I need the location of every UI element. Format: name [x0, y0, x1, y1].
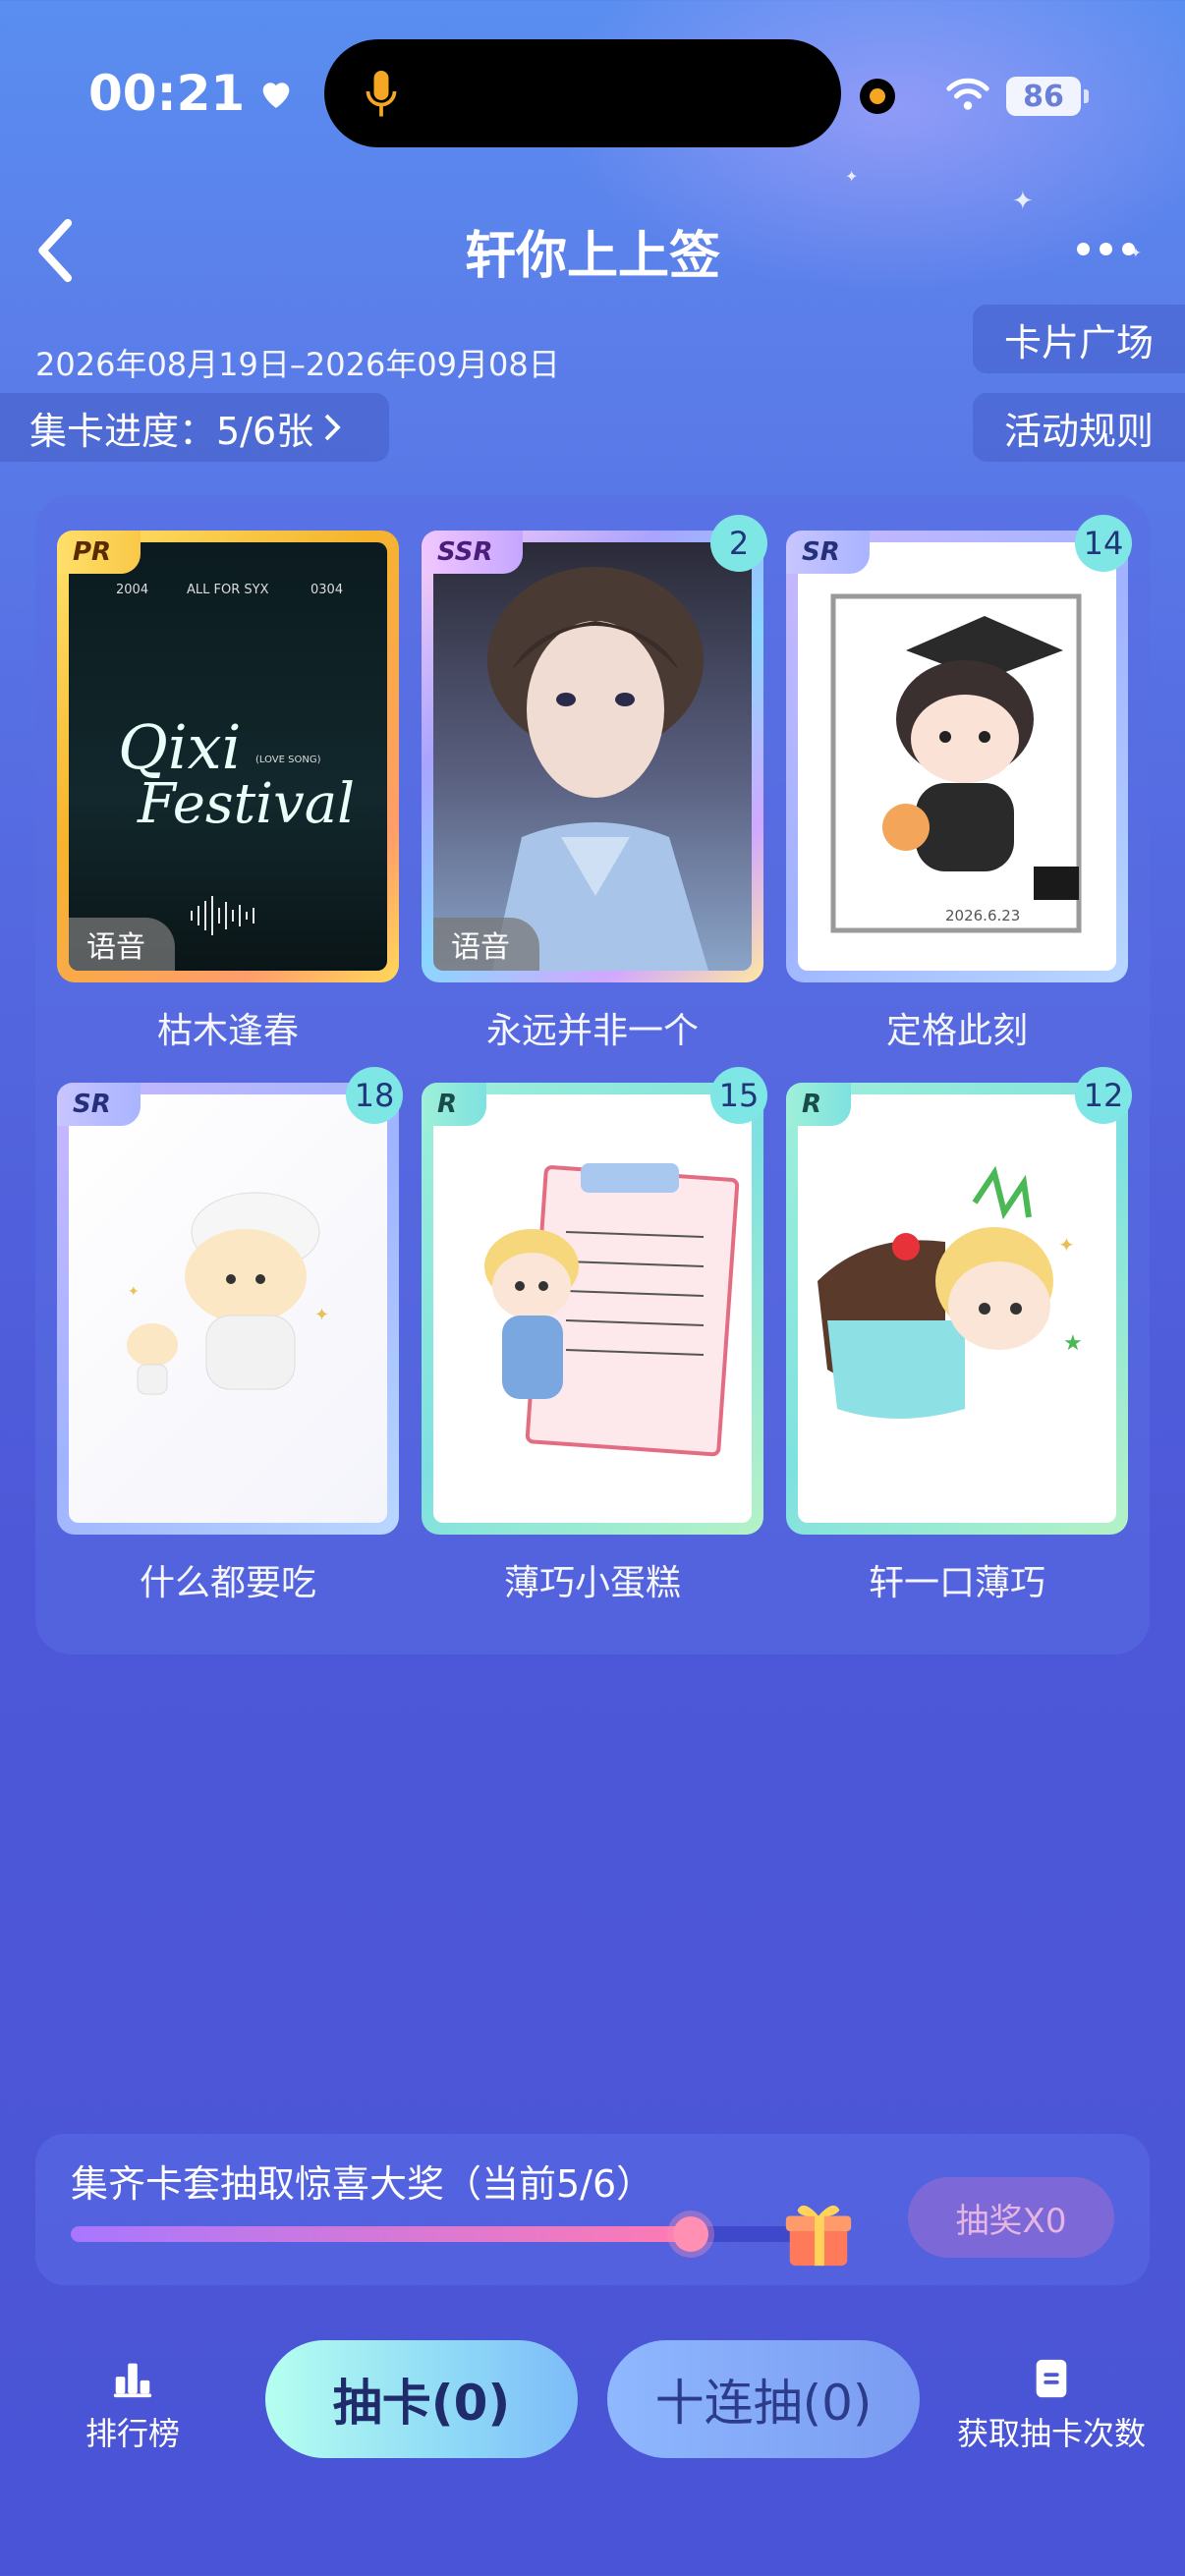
rarity-badge: SR	[57, 1083, 141, 1126]
graduation-chibi-artwork: 2026.6.23	[830, 593, 1082, 933]
prize-progress-knob	[672, 2216, 708, 2252]
ranking-label: 排行榜	[85, 2415, 180, 2452]
art-text: (LOVE SONG)	[255, 755, 321, 765]
card-item[interactable]: R 15 薄巧小蛋糕	[422, 1067, 767, 1605]
draw-ten-button[interactable]: 十连抽(0)	[607, 2340, 920, 2458]
art-text: 2004	[116, 583, 148, 597]
get-chances-tab[interactable]: 获取抽卡次数	[943, 2356, 1159, 2454]
svg-text:✦: ✦	[128, 1284, 140, 1300]
sparkle-icon: ✦	[1012, 187, 1034, 216]
card-frame: ✦ ★ R 12	[786, 1067, 1132, 1535]
dynamic-island	[324, 39, 841, 147]
card-item[interactable]: ✦ ★ R 12 轩一口薄巧	[786, 1067, 1132, 1605]
card-name: 永远并非一个	[485, 1011, 699, 1051]
rarity-badge: R	[786, 1083, 852, 1126]
gift-icon	[785, 2205, 852, 2267]
svg-text:✦: ✦	[314, 1305, 329, 1325]
status-time-text: 00:21	[88, 65, 246, 122]
card-name: 定格此刻	[885, 1011, 1028, 1051]
svg-text:✦: ✦	[1058, 1233, 1075, 1257]
status-time: 00:21	[88, 65, 296, 122]
rarity-badge: SSR	[422, 531, 523, 574]
camera-indicator-icon	[860, 79, 895, 114]
art-text: 0304	[310, 583, 343, 597]
card-item[interactable]: 2004 ALL FOR SYX 0304 Qixi (LOVE SONG) F…	[57, 531, 399, 1053]
card-frame: R 15	[422, 1067, 767, 1535]
draw-one-button[interactable]: 抽卡(0)	[265, 2340, 578, 2458]
svg-text:★: ★	[1063, 1331, 1083, 1356]
card-collection-panel: 2004 ALL FOR SYX 0304 Qixi (LOVE SONG) F…	[35, 495, 1150, 1654]
surprise-prize-panel: 集齐卡套抽取惊喜大奖（当前5/6） 抽奖X0	[35, 2134, 1150, 2285]
prize-progress-fill	[71, 2226, 691, 2242]
card-frame: 语音 SSR 2	[422, 515, 767, 982]
prize-description: 集齐卡套抽取惊喜大奖（当前5/6）	[71, 2162, 654, 2206]
card-name: 轩一口薄巧	[868, 1563, 1045, 1603]
art-text: 2026.6.23	[945, 907, 1020, 924]
microphone-icon	[366, 71, 397, 117]
collection-progress-button[interactable]: 集卡进度：5/6张	[0, 393, 389, 462]
cake-chibi-artwork: ✦ ★	[818, 1165, 1083, 1419]
collection-progress-label: 集卡进度：5/6张	[29, 409, 314, 453]
card-count-badge: 14	[1075, 515, 1132, 572]
card-item[interactable]: 语音 SSR 2 永远并非一个	[422, 515, 767, 1053]
card-image: ✦ ★	[798, 1094, 1116, 1523]
art-text: Festival	[137, 772, 355, 836]
activity-rules-button[interactable]: 活动规则	[973, 393, 1185, 462]
card-frame: ✦ ✦ SR 18	[57, 1067, 403, 1535]
card-name: 枯木逢春	[156, 1011, 299, 1051]
battery-indicator: 86	[1006, 77, 1089, 116]
voice-tag: 语音	[433, 918, 539, 971]
chevron-right-icon	[324, 414, 341, 441]
ranking-icon	[113, 2363, 152, 2398]
card-image	[433, 1094, 752, 1523]
card-image: 2004 ALL FOR SYX 0304 Qixi (LOVE SONG) F…	[69, 542, 387, 971]
battery-level: 86	[1023, 79, 1064, 114]
page-title: 轩你上上签	[464, 227, 720, 286]
more-options-icon[interactable]	[1077, 234, 1146, 263]
portrait-artwork	[487, 567, 708, 971]
card-item[interactable]: 2026.6.23 SR 14 定格此刻	[786, 515, 1132, 1053]
rarity-badge: SR	[786, 531, 870, 574]
wifi-icon	[946, 78, 989, 110]
card-count-badge: 15	[710, 1067, 767, 1124]
event-date-range: 2026年08月19日–2026年09月08日	[35, 346, 560, 383]
menu-chibi-artwork	[484, 1163, 740, 1457]
get-chances-label: 获取抽卡次数	[956, 2415, 1146, 2452]
card-count-badge: 18	[346, 1067, 403, 1124]
card-frame: 2004 ALL FOR SYX 0304 Qixi (LOVE SONG) F…	[57, 531, 399, 982]
card-image: 2026.6.23	[798, 542, 1116, 971]
ranking-tab[interactable]: 排行榜	[49, 2356, 216, 2454]
card-count-badge: 2	[710, 515, 767, 572]
rarity-badge: R	[422, 1083, 487, 1126]
card-plaza-button[interactable]: 卡片广场	[973, 305, 1185, 373]
card-name: 什么都要吃	[139, 1563, 316, 1603]
prize-progress-bar	[71, 2216, 818, 2252]
voice-tag: 语音	[69, 918, 175, 971]
heart-icon	[262, 83, 290, 108]
rarity-badge: PR	[57, 531, 141, 574]
card-image: 语音	[433, 542, 752, 971]
sparkle-icon: ✦	[845, 167, 859, 186]
card-image: ✦ ✦	[69, 1094, 387, 1523]
document-icon	[1036, 2359, 1067, 2398]
card-name: 薄巧小蛋糕	[503, 1563, 681, 1603]
qixi-festival-artwork: 2004 ALL FOR SYX 0304 Qixi (LOVE SONG) F…	[116, 583, 355, 935]
prize-draw-button[interactable]: 抽奖X0	[908, 2177, 1114, 2258]
card-frame: 2026.6.23 SR 14	[786, 515, 1132, 982]
chef-chibi-artwork: ✦ ✦	[127, 1192, 329, 1395]
art-text: ALL FOR SYX	[187, 583, 269, 597]
card-count-badge: 12	[1075, 1067, 1132, 1124]
card-item[interactable]: ✦ ✦ SR 18 什么都要吃	[57, 1067, 403, 1605]
